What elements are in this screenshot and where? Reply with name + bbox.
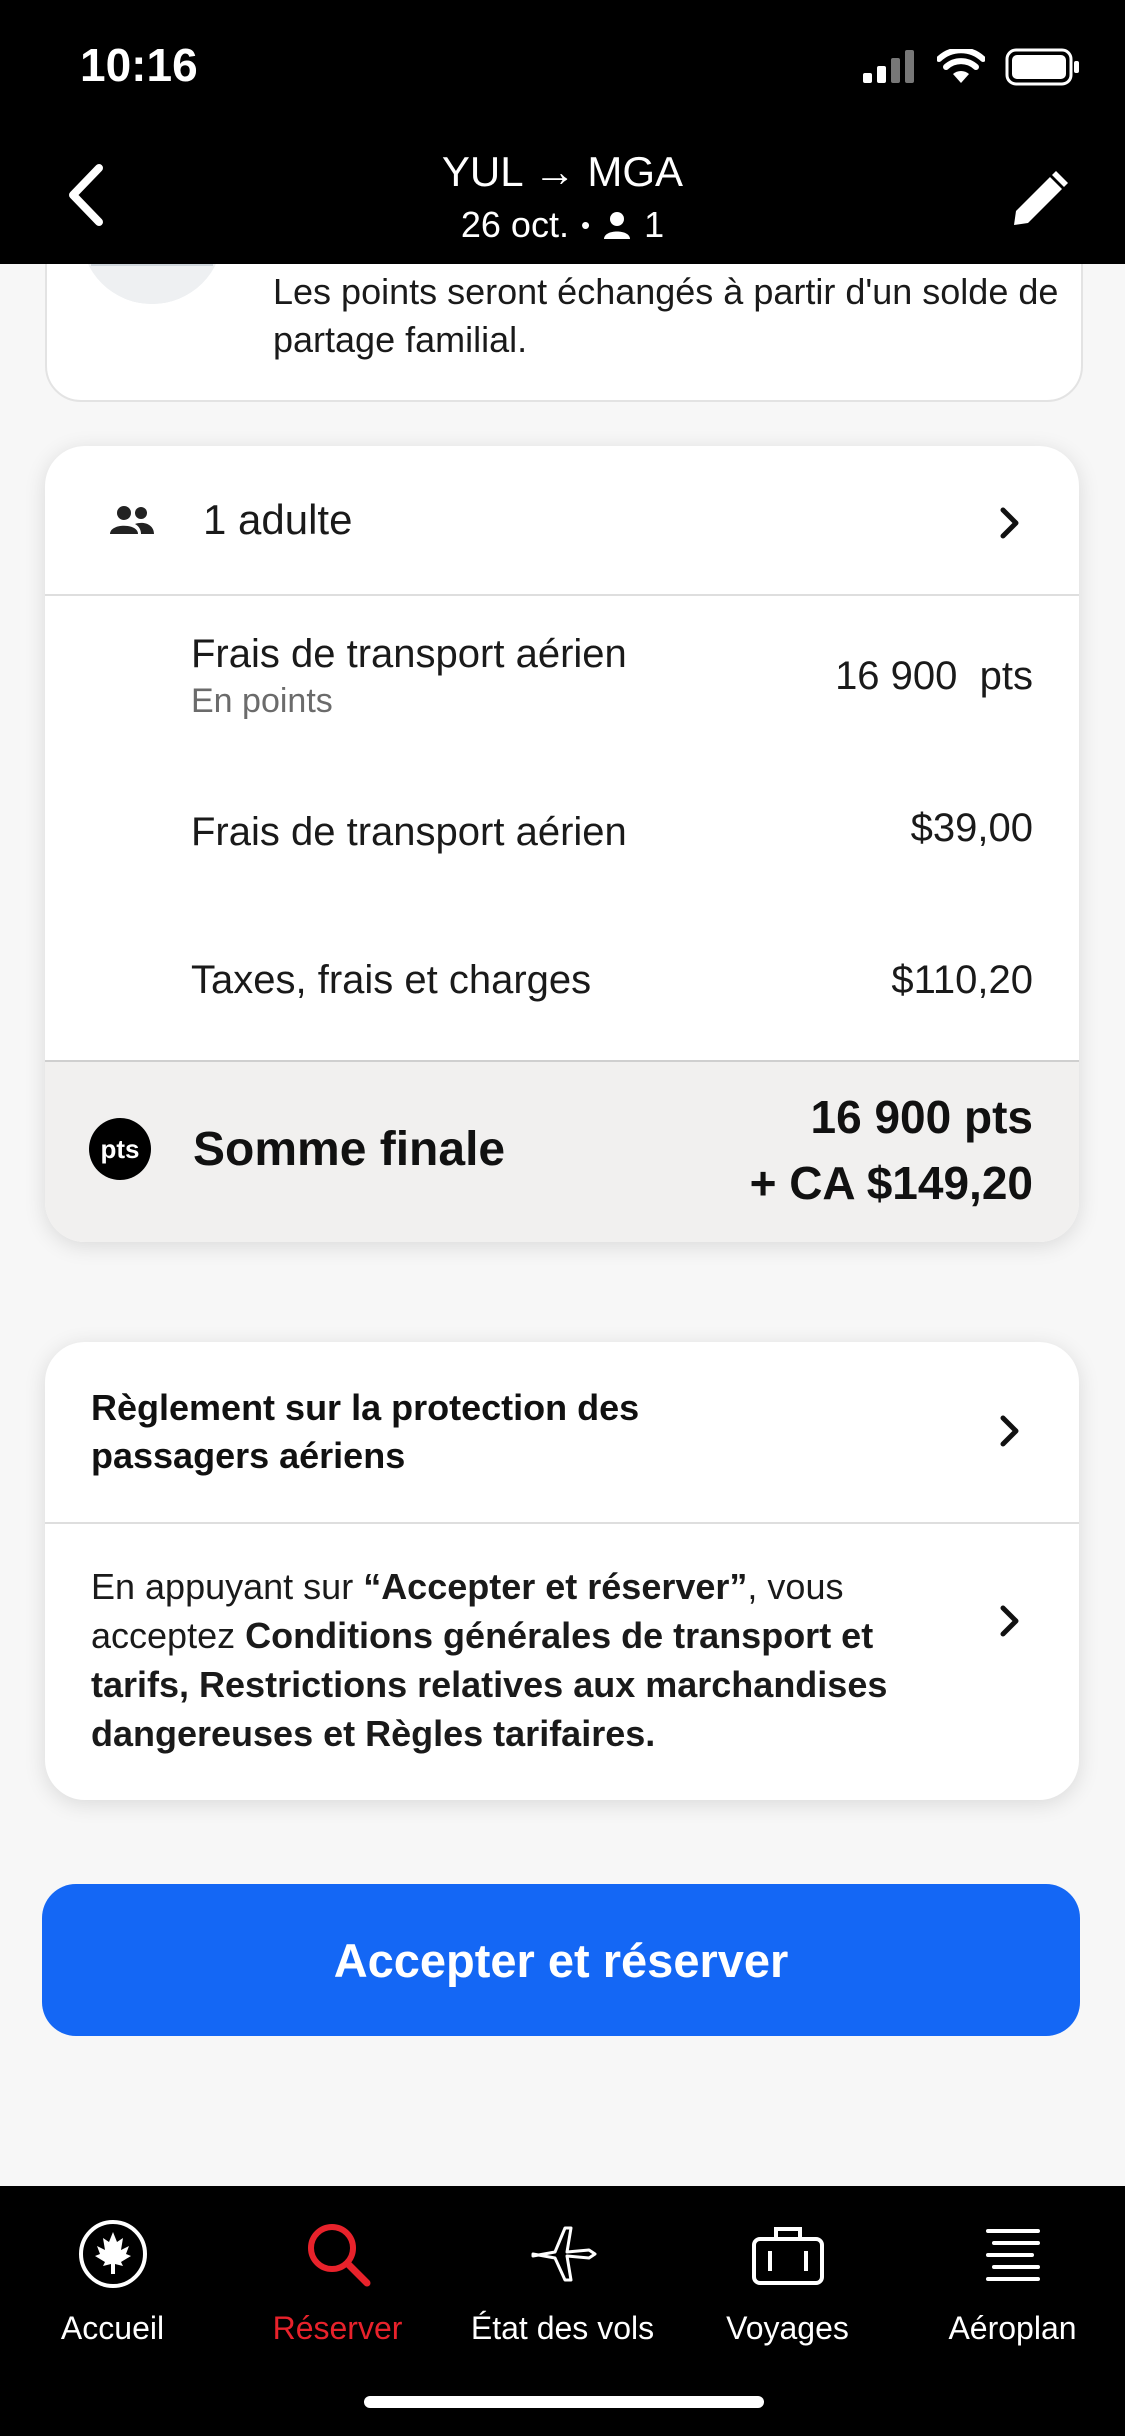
person-icon: [604, 212, 631, 239]
terms-button-name: “Accepter et réserver”: [363, 1566, 748, 1607]
tab-aeroplan[interactable]: Aéroplan: [900, 2186, 1125, 2386]
separator-dot: •: [580, 209, 591, 240]
trip-date: 26 oct.: [460, 204, 569, 245]
fare-line-label: Taxes, frais et charges: [191, 958, 592, 1002]
fare-line-sublabel: En points: [191, 682, 333, 720]
terms-prefix: En appuyant sur: [91, 1566, 364, 1607]
aeroplan-icon: [985, 2229, 1040, 2281]
terms-card: Règlement sur la protection des passager…: [45, 1342, 1079, 1800]
chevron-right-icon: [1000, 507, 1019, 539]
tab-reserver[interactable]: Réserver: [225, 2186, 450, 2386]
accept-and-book-button[interactable]: Accepter et réserver: [42, 1884, 1080, 2036]
signal-icon: [863, 50, 914, 83]
airplane-icon: [531, 2226, 596, 2282]
tab-label: État des vols: [470, 2310, 655, 2346]
people-icon: [110, 506, 154, 534]
wifi-icon: [937, 49, 985, 83]
total-cash: + CA $149,20: [749, 1157, 1033, 1209]
suitcase-icon: [751, 2227, 824, 2285]
tab-label: Aéroplan: [948, 2310, 1077, 2346]
fare-line-value: $110,20: [891, 958, 1033, 1002]
passenger-protection-row[interactable]: Règlement sur la protection des passager…: [45, 1342, 1079, 1522]
edit-button[interactable]: [999, 160, 1079, 240]
passenger-count: 1: [644, 204, 665, 245]
fare-line-label: Frais de transport aérien: [191, 810, 627, 854]
fare-line-points: Frais de transport aérien En points 16 9…: [45, 596, 1079, 746]
tab-label: Réserver: [272, 2310, 403, 2346]
chevron-right-icon: [1000, 1415, 1019, 1447]
route-title: YUL → MGA: [441, 148, 684, 195]
fare-line-cash: Frais de transport aérien $39,00: [45, 776, 1079, 896]
total-section: pts Somme finale 16 900 pts + CA $149,20: [45, 1060, 1079, 1242]
home-indicator: [364, 2396, 764, 2408]
terms-text: En appuyant sur “Accepter et réserver”, …: [91, 1562, 961, 1758]
top-header: 10:16 YUL → MGA 26 oct. • 1: [0, 0, 1125, 264]
status-time: 10:16: [80, 39, 198, 91]
points-badge-icon: pts: [89, 1118, 151, 1180]
pencil-icon: [1014, 171, 1068, 225]
notice-text: Les points seront échangés à partir d'un…: [273, 271, 1059, 360]
total-points: 16 900 pts: [810, 1091, 1033, 1143]
tab-label: Accueil: [60, 2310, 165, 2346]
passenger-row[interactable]: 1 adulte: [45, 446, 1079, 596]
tab-etat-des-vols[interactable]: État des vols: [450, 2186, 675, 2386]
points-badge-text: pts: [100, 1133, 140, 1164]
fare-line-value: 16 900 pts: [835, 654, 1033, 698]
status-icons: [861, 48, 1081, 86]
fare-line-taxes: Taxes, frais et charges $110,20: [45, 924, 1079, 1044]
fare-line-label: Frais de transport aérien: [191, 632, 627, 676]
battery-icon: [1005, 48, 1079, 86]
fare-line-value: $39,00: [910, 806, 1033, 850]
total-label: Somme finale: [193, 1123, 506, 1176]
maple-leaf-icon: [78, 2220, 147, 2288]
tab-accueil[interactable]: Accueil: [0, 2186, 225, 2386]
search-icon: [307, 2224, 370, 2287]
tab-label: Voyages: [726, 2310, 849, 2346]
terms-row[interactable]: En appuyant sur “Accepter et réserver”, …: [45, 1524, 1079, 1800]
passenger-label: 1 adulte: [203, 496, 353, 543]
tab-voyages[interactable]: Voyages: [675, 2186, 900, 2386]
passenger-protection-title: Règlement sur la protection des passager…: [91, 1387, 640, 1476]
fare-breakdown-card: 1 adulte Frais de transport aérien En po…: [45, 446, 1079, 1242]
trip-summary: 26 oct. • 1: [0, 204, 1125, 246]
chevron-right-icon: [1000, 1605, 1019, 1637]
